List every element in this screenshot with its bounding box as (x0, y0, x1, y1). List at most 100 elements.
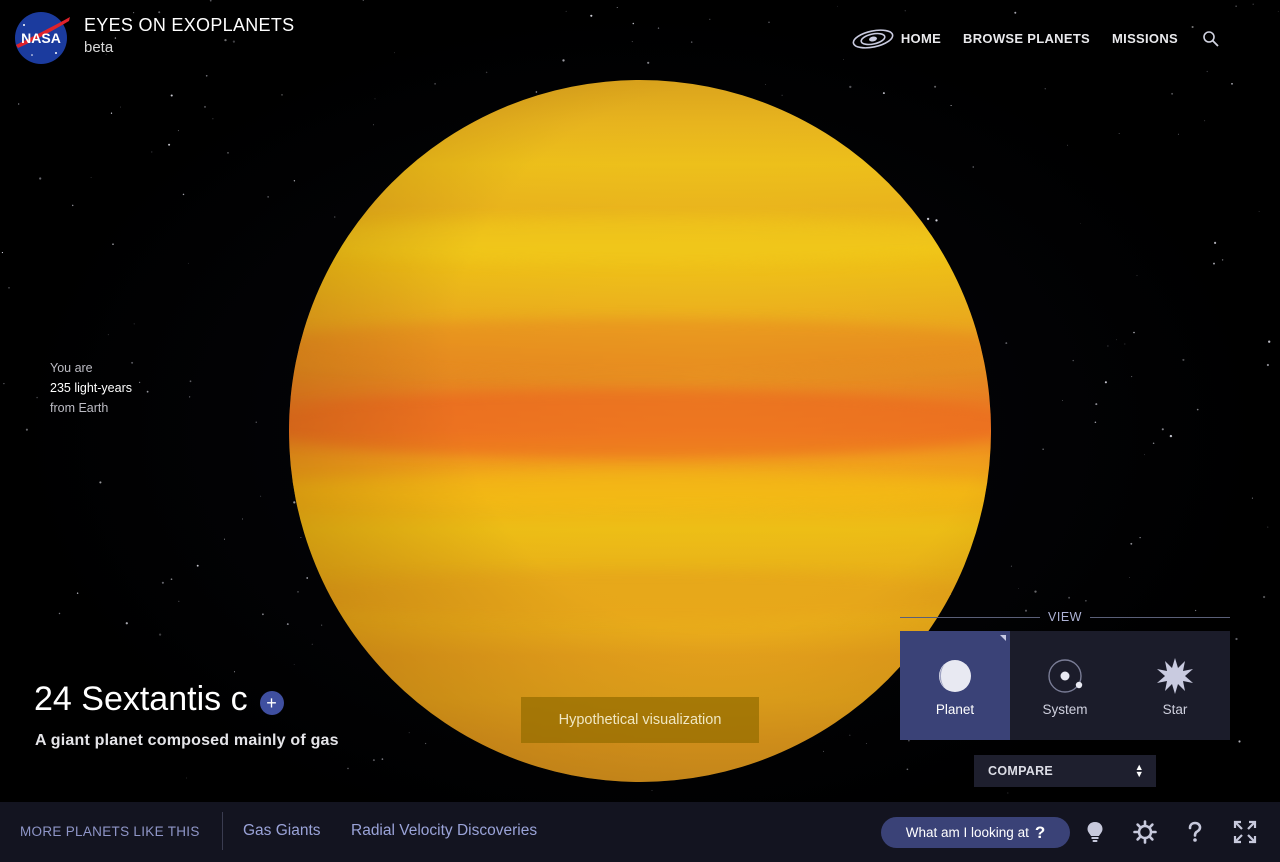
view-planet-button[interactable]: Planet (900, 631, 1010, 740)
star-dot (138, 381, 141, 384)
star-dot (1235, 637, 1238, 641)
star-dot (203, 105, 207, 108)
view-selector: Planet System Star (900, 631, 1230, 740)
star-dot (158, 11, 161, 14)
star-dot (374, 98, 376, 100)
star-dot (1171, 92, 1174, 95)
planet-name: 24 Sextantis c (34, 680, 248, 718)
star-dot (1235, 5, 1237, 7)
star-dot (36, 396, 38, 399)
star-dot (590, 14, 593, 17)
star-dot (224, 38, 227, 42)
nav-browse-planets-link[interactable]: BROWSE PLANETS (963, 26, 1090, 52)
star-dot (1266, 363, 1269, 367)
star-dot (1044, 88, 1046, 90)
star-dot (1231, 83, 1233, 85)
star-dot (1034, 590, 1037, 593)
star-dot (837, 5, 839, 7)
star-dot (823, 750, 824, 752)
star-dot (189, 396, 191, 398)
fullscreen-icon[interactable] (1233, 820, 1257, 844)
main-nav: HOME BROWSE PLANETS MISSIONS (851, 26, 1220, 52)
more-planets-label: MORE PLANETS LIKE THIS (20, 824, 200, 839)
star-dot (1095, 403, 1098, 406)
star-dot (1118, 133, 1120, 134)
hypothetical-visualization-badge[interactable]: Hypothetical visualization (521, 697, 759, 743)
star-dot (1131, 376, 1133, 378)
star-dot (1251, 497, 1253, 499)
star-dot (286, 623, 289, 626)
star-dot (1258, 211, 1260, 213)
star-dot (1169, 434, 1173, 438)
star-dot (1014, 11, 1017, 14)
view-star-button[interactable]: Star (1120, 631, 1230, 740)
star-dot (39, 177, 42, 180)
star-dot (1252, 3, 1254, 5)
star-dot (189, 380, 192, 383)
star-dot (1206, 70, 1208, 73)
settings-gear-icon[interactable] (1133, 820, 1157, 844)
star-dot (133, 12, 135, 14)
star-dot (182, 193, 185, 196)
star-dot (709, 18, 711, 20)
star-dot (1094, 421, 1097, 423)
star-dot (119, 106, 121, 108)
star-dot (1161, 428, 1164, 431)
what-am-i-looking-at-button[interactable]: What am I looking at ? (881, 817, 1070, 848)
add-planet-button[interactable]: + (259, 690, 284, 715)
star-dot (1104, 381, 1107, 384)
nav-home-link[interactable]: HOME (901, 26, 941, 52)
active-corner-indicator (1000, 635, 1006, 641)
star-dot (267, 196, 269, 198)
bottom-bar: MORE PLANETS LIKE THIS Gas Giants Radial… (0, 802, 1280, 862)
star-dot (1130, 542, 1133, 545)
system-icon (1048, 659, 1083, 693)
star-dot (186, 777, 187, 779)
star-dot (58, 612, 61, 615)
planet-render[interactable] (289, 80, 991, 782)
star-dot (133, 323, 135, 325)
view-planet-label: Planet (935, 702, 975, 717)
lightbulb-icon[interactable] (1083, 820, 1107, 844)
star-dot (372, 759, 375, 762)
star-dot (114, 37, 117, 39)
star-dot (631, 41, 633, 43)
star-dot (565, 10, 567, 12)
star-dot (112, 243, 114, 245)
star-dot (293, 501, 296, 504)
help-question-icon[interactable] (1183, 820, 1207, 844)
star-dot (394, 52, 395, 54)
distance-prefix: You are (50, 361, 93, 375)
search-icon[interactable] (1202, 30, 1220, 48)
nasa-logo[interactable]: NASA (12, 11, 70, 65)
star-dot (765, 84, 767, 85)
star-dot (1204, 120, 1206, 122)
star-dot (690, 41, 693, 43)
star-dot (950, 104, 952, 107)
category-gas-giants-link[interactable]: Gas Giants (243, 822, 321, 840)
category-radial-velocity-link[interactable]: Radial Velocity Discoveries (351, 822, 537, 840)
nav-missions-link[interactable]: MISSIONS (1112, 26, 1178, 52)
what-am-i-looking-at-label: What am I looking at (905, 825, 1029, 840)
star-dot (170, 578, 173, 581)
star-dot (196, 564, 199, 567)
view-star-label: Star (1162, 702, 1188, 717)
star-dot (232, 40, 235, 43)
star-dot (1262, 595, 1266, 599)
star-dot (972, 166, 974, 168)
star-dot (935, 219, 938, 222)
star-dot (1196, 408, 1199, 411)
distance-readout: You are 235 light-years from Earth (50, 358, 132, 418)
star-dot (1221, 259, 1224, 261)
star-icon (1157, 658, 1193, 694)
star-dot (1136, 275, 1138, 277)
star-dot (1133, 331, 1135, 334)
view-system-button[interactable]: System (1010, 631, 1120, 740)
planet-heading: 24 Sextantis c + (34, 680, 284, 719)
star-dot (1152, 442, 1155, 445)
distance-suffix: from Earth (50, 401, 109, 415)
galaxy-icon[interactable] (851, 26, 895, 52)
star-dot (177, 130, 179, 132)
star-dot (1042, 448, 1044, 450)
compare-dropdown[interactable]: COMPARE ▲ ▼ (974, 755, 1156, 787)
